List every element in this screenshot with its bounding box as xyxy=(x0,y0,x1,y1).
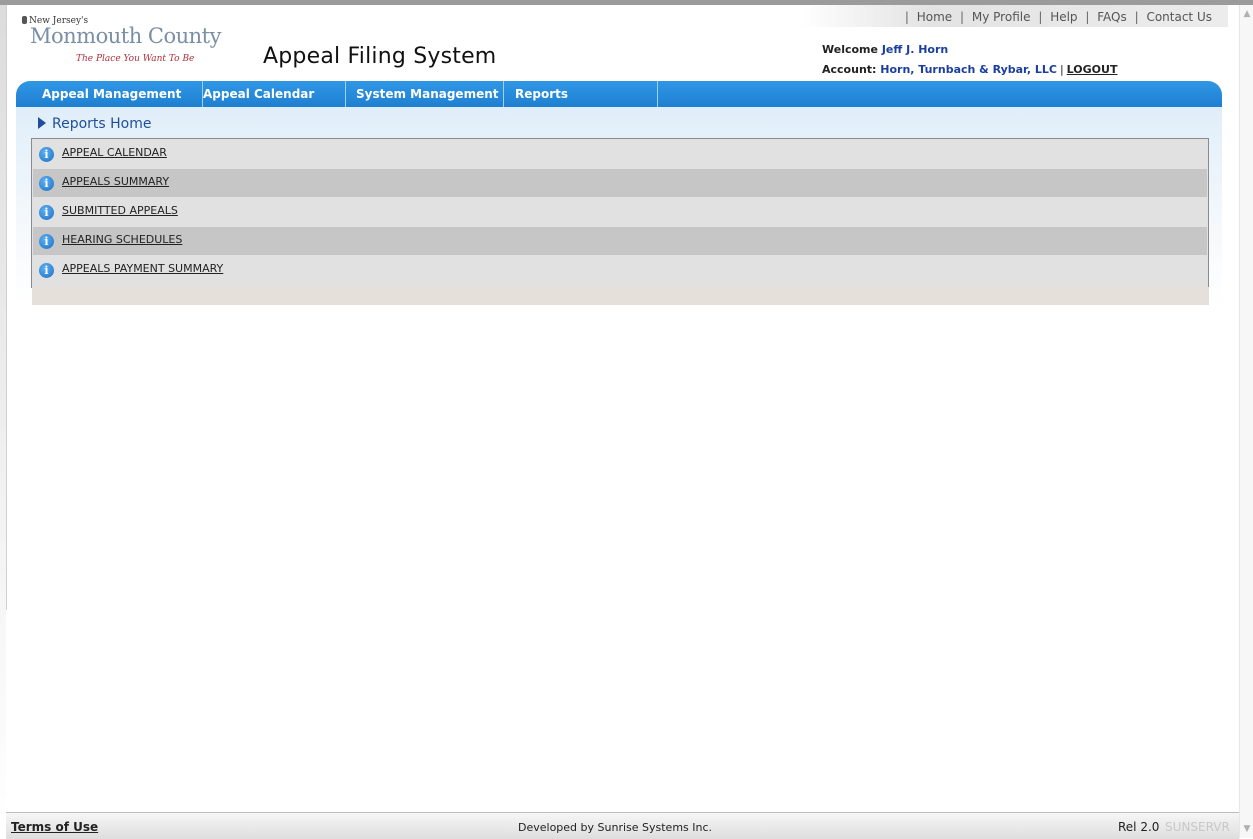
top-links-bar: | Home | My Profile | Help | FAQs | Cont… xyxy=(800,5,1228,27)
separator: | xyxy=(1085,10,1090,24)
reports-list: i APPEAL CALENDAR i APPEALS SUMMARY i SU… xyxy=(31,138,1209,288)
monmouth-county-logo: New Jersey's Monmouth County The Place Y… xyxy=(16,14,241,70)
report-row-appeals-payment-summary: i APPEALS PAYMENT SUMMARY xyxy=(33,256,1207,284)
nav-appeal-management[interactable]: Appeal Management xyxy=(32,81,203,107)
info-icon: i xyxy=(39,263,54,278)
report-row-submitted-appeals: i SUBMITTED APPEALS xyxy=(33,198,1207,226)
panel-footer-strip xyxy=(32,287,1209,305)
info-icon: i xyxy=(39,205,54,220)
release-version: Rel 2.0 xyxy=(1118,820,1160,834)
main-nav-bar: Appeal Management Appeal Calendar System… xyxy=(16,81,1222,107)
logout-link[interactable]: LOGOUT xyxy=(1067,63,1118,76)
developer-credit: Developed by Sunrise Systems Inc. xyxy=(518,821,713,834)
page-footer: Terms of Use Developed by Sunrise System… xyxy=(6,812,1239,839)
logo-county-text: Monmouth County xyxy=(30,24,221,48)
info-icon: i xyxy=(39,176,54,191)
account-label: Account: xyxy=(822,63,877,76)
scroll-up-icon[interactable]: ▲ xyxy=(1242,9,1252,19)
app-title: Appeal Filing System xyxy=(263,44,497,69)
report-row-appeals-summary: i APPEALS SUMMARY xyxy=(33,169,1207,197)
report-link-appeals-payment-summary[interactable]: APPEALS PAYMENT SUMMARY xyxy=(62,262,223,275)
info-icon: i xyxy=(39,147,54,162)
server-name: SUNSERVR xyxy=(1165,820,1230,834)
report-link-appeal-calendar[interactable]: APPEAL CALENDAR xyxy=(62,146,167,159)
home-link[interactable]: Home xyxy=(917,10,952,24)
report-link-hearing-schedules[interactable]: HEARING SCHEDULES xyxy=(62,233,182,246)
nav-reports[interactable]: Reports xyxy=(505,81,658,107)
separator: | xyxy=(1038,10,1043,24)
report-row-hearing-schedules: i HEARING SCHEDULES xyxy=(33,227,1207,255)
nav-appeal-calendar[interactable]: Appeal Calendar xyxy=(193,81,346,107)
breadcrumb-label: Reports Home xyxy=(52,116,152,132)
separator: | xyxy=(904,10,909,24)
my-profile-link[interactable]: My Profile xyxy=(972,10,1031,24)
terms-of-use-link[interactable]: Terms of Use xyxy=(11,820,98,834)
breadcrumb: Reports Home xyxy=(38,116,152,132)
report-row-appeal-calendar: i APPEAL CALENDAR xyxy=(33,140,1207,168)
nav-system-management[interactable]: System Management xyxy=(346,81,504,107)
separator: | xyxy=(1059,63,1064,76)
logo-tagline: The Place You Want To Be xyxy=(76,54,195,64)
help-link[interactable]: Help xyxy=(1050,10,1077,24)
account-line: Account: Horn, Turnbach & Rybar, LLC | LOG… xyxy=(822,63,1117,76)
vertical-scrollbar[interactable]: ▲ ▼ xyxy=(1239,5,1253,838)
scroll-down-icon[interactable]: ▼ xyxy=(1242,824,1252,834)
user-name: Jeff J. Horn xyxy=(881,43,949,56)
report-link-submitted-appeals[interactable]: SUBMITTED APPEALS xyxy=(62,204,178,217)
welcome-line: Welcome Jeff J. Horn xyxy=(822,43,948,56)
report-link-appeals-summary[interactable]: APPEALS SUMMARY xyxy=(62,175,169,188)
triangle-right-icon xyxy=(38,117,46,129)
welcome-label: Welcome xyxy=(822,43,878,56)
left-divider xyxy=(6,5,7,610)
separator: | xyxy=(1134,10,1139,24)
separator: | xyxy=(960,10,965,24)
info-icon: i xyxy=(39,234,54,249)
contact-us-link[interactable]: Contact Us xyxy=(1146,10,1212,24)
faqs-link[interactable]: FAQs xyxy=(1097,10,1127,24)
account-name: Horn, Turnbach & Rybar, LLC xyxy=(880,63,1057,76)
